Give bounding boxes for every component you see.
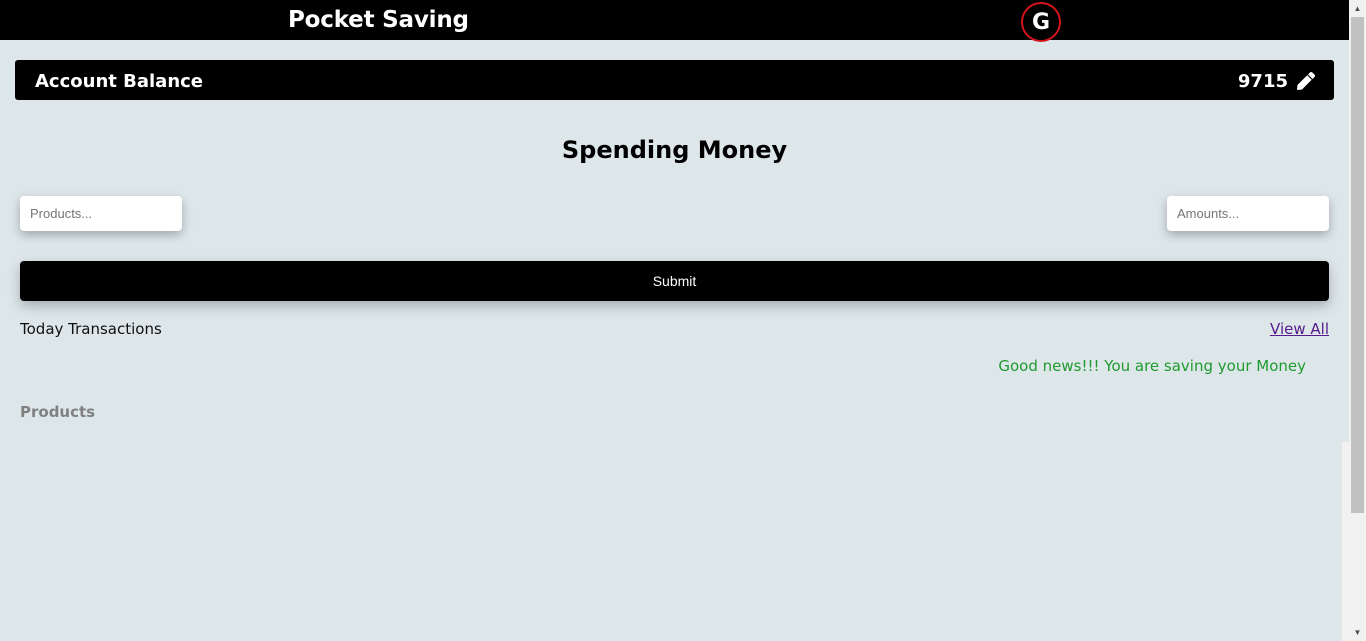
view-all-link[interactable]: View All [1270, 320, 1329, 338]
account-balance-bar: Account Balance 9715 [15, 60, 1334, 100]
app-title: Pocket Saving [288, 7, 469, 33]
pencil-icon[interactable] [1297, 72, 1315, 90]
products-input[interactable] [20, 196, 182, 231]
page-scrollbar[interactable]: ▲ ▼ [1349, 0, 1366, 641]
inner-scroll-track [1342, 442, 1349, 641]
balance-value: 9715 [1237, 71, 1288, 92]
amounts-input[interactable] [1167, 196, 1329, 231]
user-avatar[interactable]: G [1021, 2, 1061, 42]
saving-status-message: Good news!!! You are saving your Money [998, 357, 1306, 375]
submit-button[interactable]: Submit [20, 261, 1329, 301]
scrollbar-thumb[interactable] [1351, 17, 1364, 513]
spending-money-heading: Spending Money [561, 136, 788, 164]
scroll-up-arrow-icon[interactable]: ▲ [1349, 0, 1366, 17]
top-navbar: Pocket Saving G [0, 0, 1349, 42]
today-transactions-label: Today Transactions [20, 320, 162, 338]
products-column-header: Products [20, 403, 96, 421]
scroll-down-arrow-icon[interactable]: ▼ [1349, 624, 1366, 641]
balance-label: Account Balance [35, 71, 204, 92]
page: Pocket Saving G Account Balance 9715 Spe… [0, 0, 1349, 641]
